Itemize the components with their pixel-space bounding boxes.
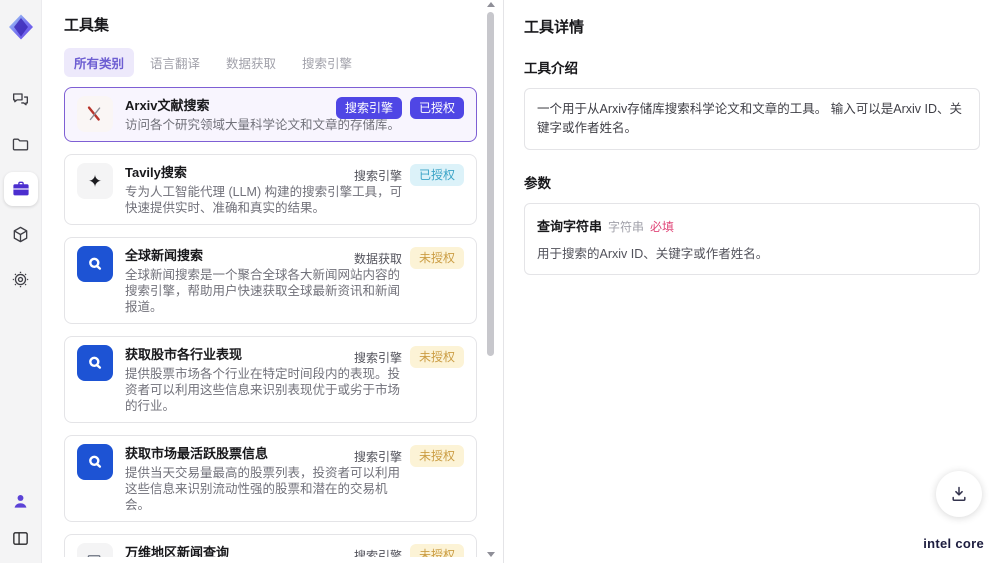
package-icon — [13, 226, 28, 242]
param-type: 字符串 — [608, 219, 645, 234]
download-icon — [952, 486, 966, 502]
tool-badges: 搜索引擎 未授权 — [354, 445, 464, 467]
tools-list-panel: 工具集 所有类别 语言翻译 数据获取 搜索引擎 Arxiv文献搜索 访问各个研究… — [42, 0, 503, 563]
scrollbar-up-arrow-icon[interactable] — [487, 2, 495, 7]
newspaper-icon — [77, 543, 113, 557]
category-label: 搜索引擎 — [353, 168, 402, 183]
chat-icon — [12, 92, 29, 105]
tool-card-arxiv[interactable]: Arxiv文献搜索 访问各个研究领域大量科学论文和文章的存储库。 搜索引擎 已授… — [64, 87, 477, 142]
download-button[interactable] — [936, 471, 982, 517]
tool-card-stock-sector[interactable]: 获取股市各行业表现 提供股票市场各个行业在特定时间段内的表现。投资者可以利用这些… — [64, 336, 477, 423]
tool-badges: 搜索引擎 已授权 — [335, 97, 464, 119]
tool-description: 专为人工智能代理 (LLM) 构建的搜索引擎工具，可快速提供实时、准确和真实的结… — [125, 185, 403, 215]
intel-core-logo: intel core — [923, 536, 984, 551]
params-heading: 参数 — [524, 175, 551, 191]
tool-badges: 搜索引擎 未授权 — [354, 346, 464, 368]
status-badge: 未授权 — [409, 346, 464, 368]
tavily-icon: ✦ — [77, 163, 113, 199]
sidebar-bottom — [4, 484, 38, 555]
category-label: 数据获取 — [353, 251, 402, 266]
tab-all-categories[interactable]: 所有类别 — [64, 48, 135, 77]
tool-badges: 数据获取 未授权 — [354, 247, 464, 269]
app-logo — [8, 14, 33, 40]
intro-box: 一个用于从Arxiv存储库搜索科学论文和文章的工具。 输入可以是Arxiv ID… — [524, 88, 980, 150]
settings-icon — [12, 271, 29, 287]
category-label: 搜索引擎 — [353, 548, 402, 558]
intro-heading: 工具介绍 — [524, 61, 578, 76]
panel-layout-icon — [13, 531, 28, 545]
tab-data-fetch[interactable]: 数据获取 — [216, 48, 286, 77]
category-label: 搜索引擎 — [353, 449, 402, 464]
scrollbar-down-arrow-icon[interactable] — [487, 552, 495, 557]
param-required-badge: 必填 — [650, 219, 675, 234]
list-scrollbar[interactable] — [486, 2, 495, 557]
status-badge: 已授权 — [409, 97, 464, 119]
status-badge: 未授权 — [409, 247, 464, 269]
param-box: 查询字符串 字符串 必填 用于搜索的Arxiv ID、关键字或作者姓名。 — [524, 202, 980, 275]
sidebar-item-settings[interactable] — [4, 262, 38, 296]
scrollbar-thumb[interactable] — [487, 12, 494, 357]
sidebar-item-tools[interactable] — [3, 172, 38, 206]
status-badge: 已授权 — [409, 164, 464, 186]
sidebar-item-collapse[interactable] — [4, 521, 38, 555]
category-badge: 搜索引擎 — [335, 97, 402, 119]
sidebar-nav — [3, 82, 38, 296]
param-head: 查询字符串 字符串 必填 — [537, 216, 967, 235]
status-badge: 未授权 — [409, 445, 464, 467]
category-label: 搜索引擎 — [353, 350, 402, 365]
tool-card-regional-news[interactable]: 万维地区新闻查询 查询具体行政区划内的新闻，快速了解各地新闻动 搜索引擎 未授权 — [64, 534, 477, 557]
page-title: 工具集 — [64, 17, 110, 34]
folder-icon — [12, 138, 29, 150]
sidebar-item-chat[interactable] — [4, 82, 38, 116]
sidebar-rail — [0, 0, 42, 563]
toolbox-icon — [12, 181, 29, 196]
tool-card-active-stocks[interactable]: 获取市场最活跃股票信息 提供当天交易量最高的股票列表，投资者可以利用这些信息来识… — [64, 435, 477, 522]
sidebar-item-packages[interactable] — [4, 217, 38, 251]
tool-badges: 搜索引擎 已授权 — [354, 164, 464, 186]
tab-search-engine[interactable]: 搜索引擎 — [292, 48, 362, 77]
stock-sector-search-icon — [77, 345, 113, 381]
app-window: 工具集 所有类别 语言翻译 数据获取 搜索引擎 Arxiv文献搜索 访问各个研究… — [0, 0, 1000, 563]
tool-card-tavily[interactable]: ✦ Tavily搜索 专为人工智能代理 (LLM) 构建的搜索引擎工具，可快速提… — [64, 154, 477, 225]
detail-title: 工具详情 — [524, 19, 585, 36]
tool-description: 访问各个研究领域大量科学论文和文章的存储库。 — [125, 118, 401, 132]
tool-description: 全球新闻搜索是一个聚合全球各大新闻网站内容的搜索引擎，帮助用户快速获取全球最新资… — [125, 268, 401, 314]
sidebar-item-files[interactable] — [4, 127, 38, 161]
active-stock-search-icon — [77, 444, 113, 480]
tool-card-global-news[interactable]: 全球新闻搜索 全球新闻搜索是一个聚合全球各大新闻网站内容的搜索引擎，帮助用户快速… — [64, 237, 477, 324]
param-description: 用于搜索的Arxiv ID、关键字或作者姓名。 — [537, 246, 769, 261]
arxiv-icon — [77, 96, 113, 132]
status-badge: 未授权 — [409, 544, 464, 557]
tool-description: 提供当天交易量最高的股票列表，投资者可以利用这些信息来识别流动性强的股票和潜在的… — [125, 466, 401, 512]
user-icon — [14, 494, 27, 508]
tab-translation[interactable]: 语言翻译 — [140, 48, 210, 77]
tool-badges: 搜索引擎 未授权 — [354, 544, 464, 557]
category-tabs: 所有类别 语言翻译 数据获取 搜索引擎 — [64, 48, 503, 77]
news-search-icon — [77, 246, 113, 282]
tool-description: 提供股票市场各个行业在特定时间段内的表现。投资者可以利用这些信息来识别表现优于或… — [125, 367, 401, 413]
tool-detail-panel: 工具详情 工具介绍 一个用于从Arxiv存储库搜索科学论文和文章的工具。 输入可… — [503, 0, 1000, 563]
sidebar-item-account[interactable] — [4, 484, 38, 518]
tools-list: Arxiv文献搜索 访问各个研究领域大量科学论文和文章的存储库。 搜索引擎 已授… — [64, 87, 503, 557]
param-name: 查询字符串 — [537, 218, 603, 234]
